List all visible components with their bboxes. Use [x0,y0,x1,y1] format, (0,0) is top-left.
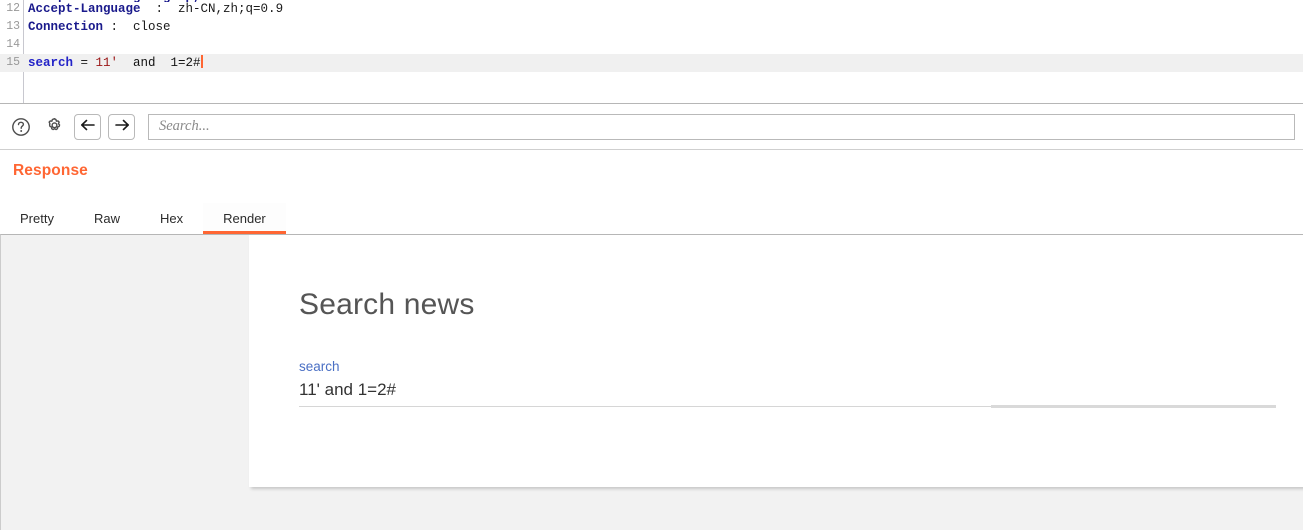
search-field-value: 11' and 1=2# [299,380,396,399]
code-line-12[interactable]: 12 Accept-Language : zh-CN,zh;q=0.9 [0,0,1303,18]
response-panel-header: Response Pretty Raw Hex Render [0,150,1303,234]
header-value: zh-CN,zh;q=0.9 [178,2,284,16]
arrow-left-icon [80,118,96,135]
response-title: Response [13,162,88,179]
header-name: Connection [28,20,104,34]
code-line-content: Connection : close [28,18,171,36]
request-editor[interactable]: 11 Accept-Encoding : gzip, deflate 12 Ac… [0,0,1303,104]
back-button[interactable] [74,113,101,140]
param-value-rest: and 1=2# [118,56,201,70]
code-lines[interactable]: 12 Accept-Language : zh-CN,zh;q=0.9 13 C… [0,0,1303,72]
line-number: 14 [6,38,20,51]
header-separator: : [140,2,179,16]
param-quoted-value: 11' [95,56,119,70]
line-number: 13 [6,20,20,33]
search-field-label: search [299,359,340,374]
tab-pretty[interactable]: Pretty [0,203,74,234]
search-input[interactable] [157,117,1286,136]
render-viewport[interactable]: Search news search 11' and 1=2# [0,234,1303,530]
editor-toolbar [0,104,1303,150]
page-title: Search news [299,288,475,321]
param-name: search [28,56,74,70]
code-line-13[interactable]: 13 Connection : close [0,18,1303,36]
response-view-tabs: Pretty Raw Hex Render [0,203,286,234]
line-number: 12 [6,2,20,15]
field-underline-accent [991,405,1276,408]
tab-raw[interactable]: Raw [74,203,140,234]
forward-button[interactable] [108,113,135,140]
code-line-content: search = 11' and 1=2# [28,54,203,72]
header-separator: : [103,20,134,34]
code-line-14[interactable]: 14 [0,36,1303,54]
line-number: 15 [6,56,20,69]
code-line-content: Accept-Language : zh-CN,zh;q=0.9 [28,0,283,18]
param-equals: = [73,56,96,70]
tab-hex[interactable]: Hex [140,203,203,234]
search-field-wrapper[interactable] [148,113,1295,140]
text-caret [200,55,203,68]
code-line-15[interactable]: 15 search = 11' and 1=2# [0,54,1303,72]
rendered-page-card: Search news search 11' and 1=2# [249,235,1303,487]
gear-icon[interactable] [41,114,67,140]
header-value: close [133,20,171,34]
help-circle-icon[interactable] [8,114,34,140]
tab-render[interactable]: Render [203,203,286,234]
arrow-right-icon [114,118,130,135]
header-name: Accept-Language [28,2,141,16]
